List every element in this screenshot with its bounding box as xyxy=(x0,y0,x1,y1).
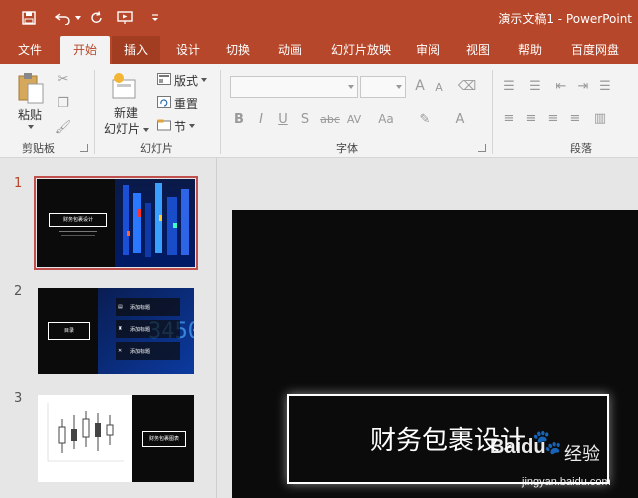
thumbnail-subtitle-line xyxy=(59,231,97,232)
font-color-icon[interactable]: A xyxy=(452,110,468,128)
thumbnail-title: 目录 xyxy=(48,322,90,340)
tab-help[interactable]: 帮助 xyxy=(508,36,552,64)
font-size-combo[interactable] xyxy=(360,76,406,98)
shadow-icon[interactable]: S xyxy=(298,110,312,128)
increase-indent-icon[interactable]: ⇥ xyxy=(574,78,592,94)
thumbnail-item-icon: ✕ xyxy=(118,348,123,354)
bullets-icon[interactable]: ☰ xyxy=(500,78,518,94)
highlight-icon[interactable]: ✎ xyxy=(414,110,436,128)
font-group-label: 字体 xyxy=(336,142,358,155)
thumbnail-item-icon: ▤ xyxy=(118,304,123,310)
new-slide-dropdown-icon[interactable] xyxy=(142,126,150,134)
thumbnail-subtitle-line xyxy=(61,235,95,236)
font-name-combo[interactable] xyxy=(230,76,358,98)
thumbnail-item: 添加标题 xyxy=(130,349,151,355)
present-icon[interactable] xyxy=(114,8,136,28)
layout-label[interactable]: 版式 xyxy=(174,72,198,89)
clipboard-launcher-icon[interactable] xyxy=(80,144,88,152)
section-icon[interactable] xyxy=(156,118,172,132)
underline-icon[interactable]: U xyxy=(276,110,290,128)
tab-home[interactable]: 开始 xyxy=(60,36,110,64)
format-painter-icon[interactable]: 🖌 xyxy=(54,118,72,136)
align-left-icon[interactable]: ≡ xyxy=(500,110,518,126)
change-case-icon[interactable]: Aa xyxy=(376,110,396,128)
tab-baidu-netdisk[interactable]: 百度网盘 xyxy=(560,36,630,64)
window-title: 演示文稿1 - PowerPoint xyxy=(498,12,632,26)
layout-dropdown-icon[interactable] xyxy=(200,76,208,84)
thumbnail-number: 1 xyxy=(14,176,23,191)
group-separator xyxy=(220,70,221,154)
tab-animations[interactable]: 动画 xyxy=(268,36,312,64)
numbering-icon[interactable]: ☰ xyxy=(526,78,544,94)
shrink-font-icon[interactable]: A xyxy=(432,79,446,95)
align-center-icon[interactable]: ≡ xyxy=(522,110,540,126)
italic-icon[interactable]: I xyxy=(254,110,268,128)
copy-icon[interactable]: ❐ xyxy=(54,94,72,112)
paste-icon[interactable] xyxy=(14,70,48,106)
thumbnail-title: 财务包裹设计 xyxy=(49,213,107,227)
tab-design[interactable]: 设计 xyxy=(166,36,210,64)
clipboard-group-label: 剪贴板 xyxy=(22,142,55,155)
justify-icon[interactable]: ≡ xyxy=(566,110,584,126)
thumbnail-item-icon: ♜ xyxy=(118,326,123,332)
slide-thumbnail-2[interactable]: 3450 目录 ▤ 添加标题 ♜ 添加标题 ✕ 添加标题 xyxy=(38,288,194,374)
tab-view[interactable]: 视图 xyxy=(456,36,500,64)
slides-group-label: 幻灯片 xyxy=(140,142,173,155)
ribbon: 粘贴 ✂ ❐ 🖌 剪贴板 新建 幻灯片 版式 重置 节 幻灯片 A A ⌫ B … xyxy=(0,64,638,158)
watermark-url: jingyan.baidu.com xyxy=(522,476,611,488)
section-label[interactable]: 节 xyxy=(174,118,186,135)
group-separator xyxy=(94,70,95,154)
redo-icon[interactable] xyxy=(86,8,108,28)
clear-format-icon[interactable]: ⌫ xyxy=(458,77,476,95)
reset-label[interactable]: 重置 xyxy=(174,95,198,112)
align-right-icon[interactable]: ≡ xyxy=(544,110,562,126)
new-slide-label-1[interactable]: 新建 xyxy=(114,104,138,121)
columns-icon[interactable]: ▥ xyxy=(590,110,610,126)
tab-file[interactable]: 文件 xyxy=(8,36,52,64)
reset-icon[interactable] xyxy=(156,95,172,109)
bold-icon[interactable]: B xyxy=(232,110,246,128)
char-spacing-icon[interactable]: AV xyxy=(344,110,364,128)
ribbon-tabs: 文件 开始 插入 设计 切换 动画 幻灯片放映 审阅 视图 帮助 百度网盘 xyxy=(0,36,638,64)
thumbnail-number: 2 xyxy=(14,284,23,299)
title-bar: 演示文稿1 - PowerPoint xyxy=(0,0,638,36)
tab-slideshow[interactable]: 幻灯片放映 xyxy=(320,36,402,64)
tab-review[interactable]: 审阅 xyxy=(408,36,448,64)
paste-label[interactable]: 粘贴 xyxy=(18,106,42,123)
decrease-indent-icon[interactable]: ⇤ xyxy=(552,78,570,94)
thumbnail-number: 3 xyxy=(14,391,23,406)
group-separator xyxy=(492,70,493,154)
thumbnail-item: 添加标题 xyxy=(130,305,151,311)
tab-transitions[interactable]: 切换 xyxy=(216,36,260,64)
new-slide-label-2[interactable]: 幻灯片 xyxy=(104,120,140,137)
slide-thumbnail-1[interactable]: 财务包裹设计 xyxy=(34,176,198,270)
tab-insert[interactable]: 插入 xyxy=(112,36,160,64)
font-launcher-icon[interactable] xyxy=(478,144,486,152)
strikethrough-icon[interactable]: abc xyxy=(318,110,342,128)
customize-icon[interactable] xyxy=(144,8,166,28)
new-slide-icon[interactable] xyxy=(110,70,140,104)
thumbnail-item: 添加标题 xyxy=(130,327,151,333)
slide-thumbnail-3[interactable]: 财务包裹图表 xyxy=(38,395,194,482)
watermark-brand-cn: 经验 xyxy=(564,444,600,464)
layout-icon[interactable] xyxy=(156,72,172,86)
grow-font-icon[interactable]: A xyxy=(412,77,428,95)
paragraph-group-label: 段落 xyxy=(570,142,592,155)
cut-icon[interactable]: ✂ xyxy=(54,70,72,88)
undo-dropdown-icon[interactable] xyxy=(70,8,82,28)
line-spacing-icon[interactable]: ☰ xyxy=(596,78,614,94)
thumbnail-title: 财务包裹图表 xyxy=(142,431,186,447)
paste-dropdown-icon[interactable] xyxy=(26,122,36,132)
section-dropdown-icon[interactable] xyxy=(188,122,196,130)
paw-icon: 🐾 xyxy=(532,429,562,456)
save-icon[interactable] xyxy=(18,8,40,28)
